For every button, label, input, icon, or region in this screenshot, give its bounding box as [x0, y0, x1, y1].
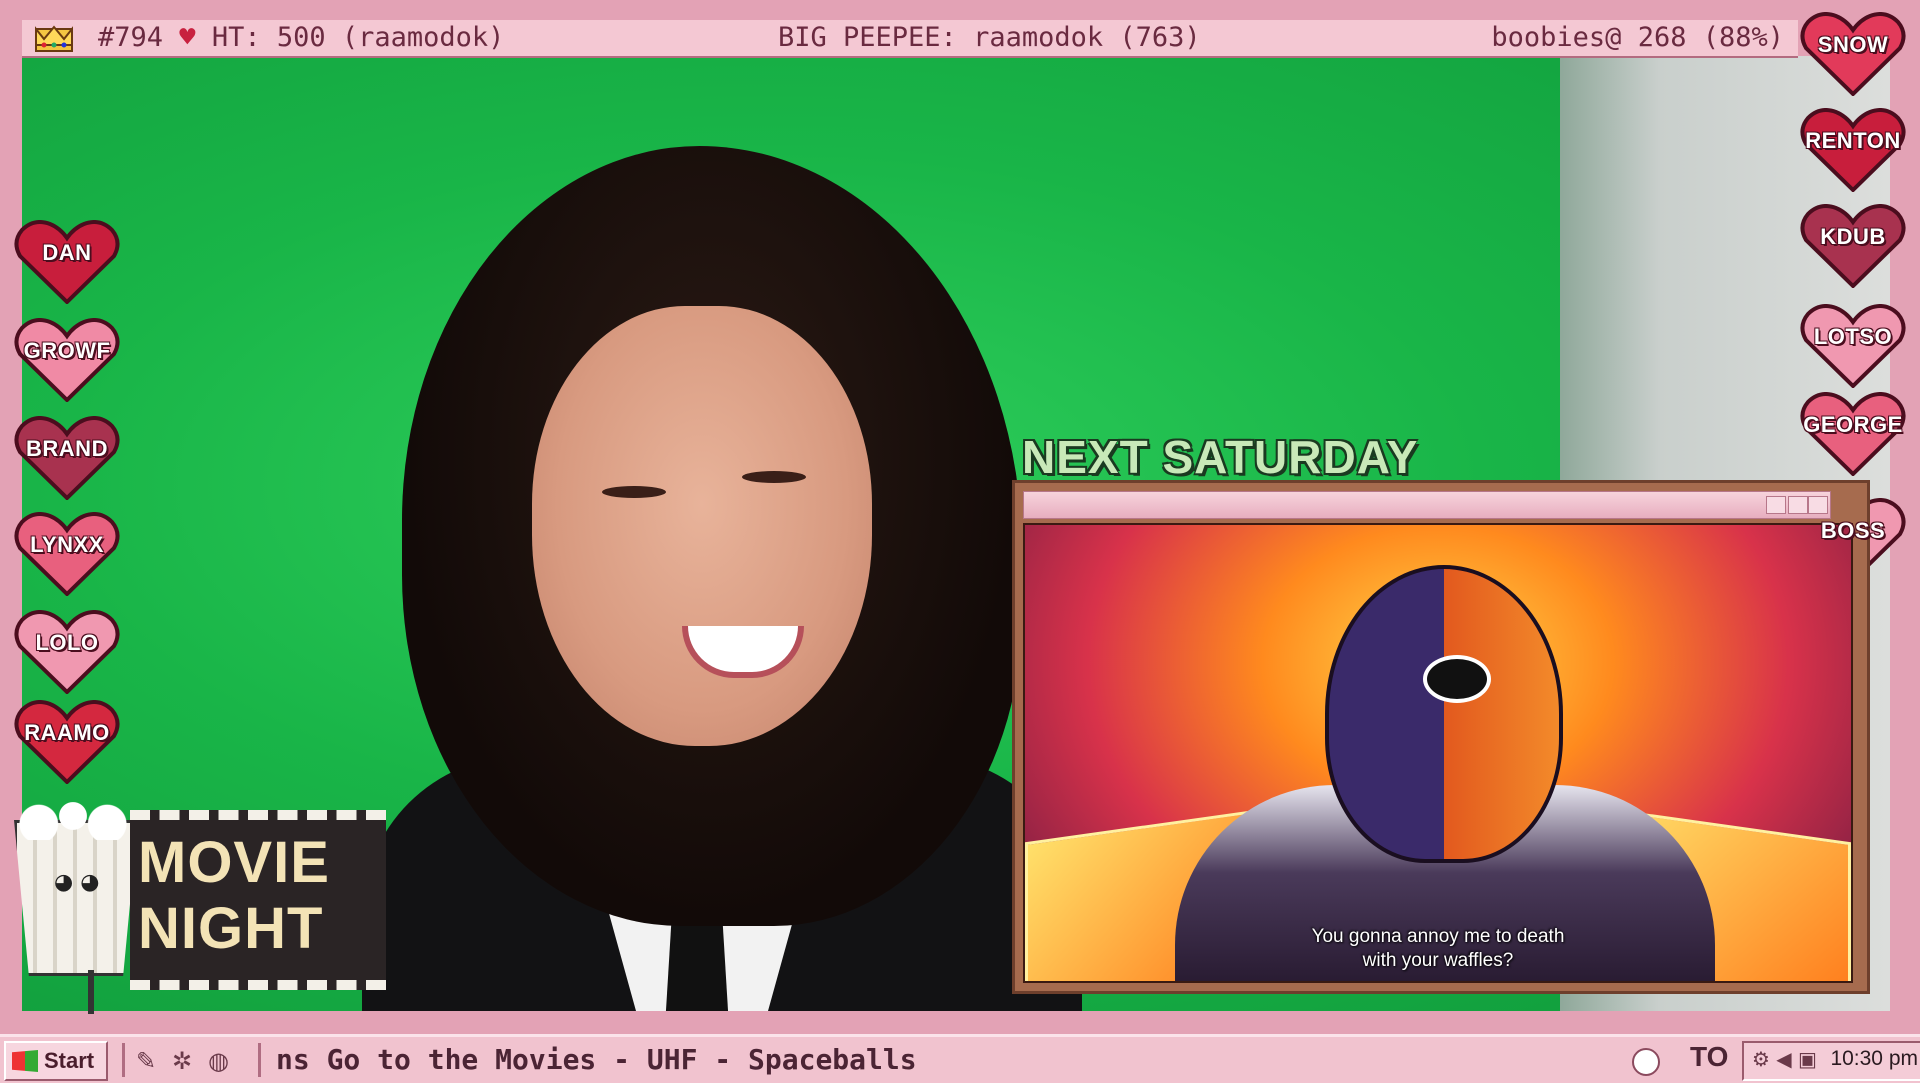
tray-icons[interactable]: ⚙ ◀ ▣ — [1752, 1047, 1817, 1071]
heart-icon: ♥ — [179, 22, 196, 53]
heart-tag-label: KDUB — [1820, 224, 1886, 249]
popcorn-mascot-icon — [14, 820, 138, 976]
heart-tag-george: GEORGE — [1800, 392, 1906, 476]
heart-tag-kdub: KDUB — [1800, 204, 1906, 288]
tray-label: TO — [1690, 1041, 1729, 1072]
scrolling-ticker: ns Go to the Movies - UHF - Spaceballs — [276, 1043, 917, 1076]
taskbar-separator — [122, 1043, 125, 1077]
heart-tag-label: LOLO — [35, 630, 99, 655]
top-stat-right: boobies@ 268 (88%) — [1491, 22, 1784, 53]
person-right-eye — [742, 471, 806, 483]
movie-window[interactable]: You gonna annoy me to death with your wa… — [1012, 480, 1870, 994]
windows-logo-icon — [12, 1050, 38, 1072]
person-left-eye — [602, 486, 666, 498]
popcorn-face-icon: ◕ ◕ — [54, 870, 100, 895]
top-stat-center: BIG PEEPEE: raamodok (763) — [778, 22, 1201, 53]
globe-icon[interactable]: ◍ — [208, 1047, 229, 1075]
heart-tag-lotso: LOTSO — [1800, 304, 1906, 388]
subtitle-line-2: with your waffles? — [1362, 950, 1514, 971]
stats-bar: #794 ♥ HT: 500 (raamodok) BIG PEEPEE: ra… — [22, 20, 1798, 58]
heart-tag-label: LYNXX — [30, 532, 104, 557]
heart-tag-lynxx: LYNXX — [14, 512, 120, 596]
character-eye — [1423, 655, 1491, 703]
heart-tag-label: RAAMO — [24, 720, 110, 745]
subtitle-line-1: You gonna annoy me to death — [1311, 926, 1565, 947]
heart-tag-label: RENTON — [1805, 128, 1901, 153]
heart-tag-snow: SNOW — [1800, 12, 1906, 96]
person-face — [532, 306, 872, 746]
system-tray: ⚙ ◀ ▣ 10:30 pm — [1742, 1041, 1920, 1081]
popcorn-leg-icon — [88, 970, 94, 1014]
heart-tag-renton: RENTON — [1800, 108, 1906, 192]
movie-night-line-2: NIGHT — [138, 896, 324, 961]
taskbar: Start ✎ ✲ ◍ ns Go to the Movies - UHF - … — [0, 1034, 1920, 1083]
movie-night-logo: ◕ ◕ MOVIE NIGHT — [14, 800, 386, 1020]
movie-window-titlebar[interactable] — [1023, 491, 1831, 519]
heart-tag-label: DAN — [42, 240, 92, 265]
next-saturday-label: NEXT SATURDAY — [1022, 431, 1419, 483]
heart-tag-lolo: LOLO — [14, 610, 120, 694]
heart-tag-label: BOSS — [1820, 518, 1886, 543]
crown-icon — [35, 25, 73, 52]
heart-tag-label: LOTSO — [1813, 324, 1893, 349]
heart-tag-label: GEORGE — [1803, 412, 1903, 437]
heart-tag-growf: GROWF — [14, 318, 120, 402]
movie-night-line-1: MOVIE — [138, 830, 330, 895]
taskbar-separator — [258, 1043, 261, 1077]
record-indicator-icon — [1632, 1048, 1660, 1076]
maximize-button[interactable] — [1788, 496, 1808, 514]
movie-preview: You gonna annoy me to death with your wa… — [1023, 523, 1853, 983]
notepad-icon[interactable]: ✎ — [136, 1047, 156, 1075]
close-button[interactable] — [1808, 496, 1828, 514]
movie-night-title: MOVIE NIGHT — [138, 830, 388, 962]
top-stat-ht: HT: 500 (raamodok) — [211, 22, 505, 53]
movie-subtitle: You gonna annoy me to death with your wa… — [1025, 925, 1851, 973]
top-stat-number: #794 — [98, 22, 164, 53]
heart-tag-dan: DAN — [14, 220, 120, 304]
heart-tag-label: GROWF — [23, 338, 111, 363]
heart-tag-label: SNOW — [1817, 32, 1889, 57]
top-stat-left: #794 ♥ HT: 500 (raamodok) — [98, 22, 504, 53]
heart-tag-brand: BRAND — [14, 416, 120, 500]
heart-tag-raamo: RAAMO — [14, 700, 120, 784]
heart-tag-label: BRAND — [26, 436, 108, 461]
character-head — [1325, 565, 1563, 863]
popcorn-kernels-icon — [16, 800, 130, 840]
clock: 10:30 pm — [1830, 1047, 1918, 1070]
minimize-button[interactable] — [1766, 496, 1786, 514]
paint-icon[interactable]: ✲ — [172, 1047, 192, 1075]
start-label: Start — [44, 1048, 95, 1073]
start-button[interactable]: Start — [4, 1041, 108, 1081]
